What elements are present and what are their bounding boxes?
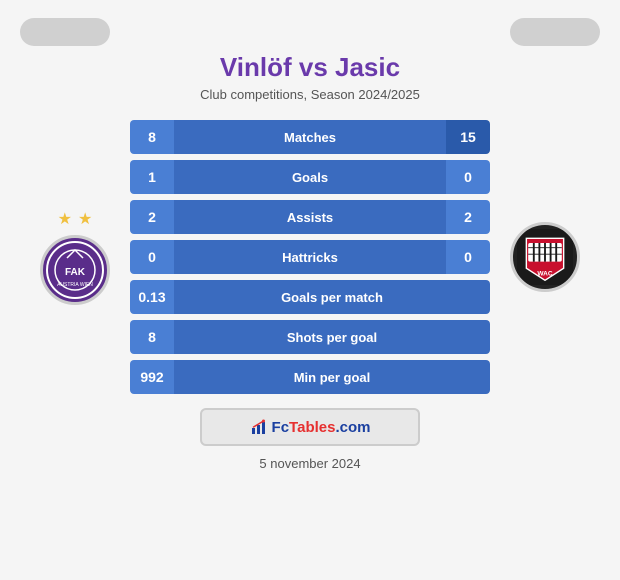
svg-text:WAC: WAC bbox=[537, 271, 552, 278]
star-2: ★ bbox=[78, 209, 92, 229]
spg-label: Shots per goal bbox=[287, 330, 377, 345]
fc-chart-icon bbox=[250, 418, 268, 436]
spg-left-val: 8 bbox=[130, 320, 174, 354]
top-badges bbox=[20, 18, 600, 46]
stat-row-matches: 8 Matches 15 bbox=[130, 120, 490, 154]
footer-logo-block: FcTables.com bbox=[200, 408, 420, 446]
goals-right-val: 0 bbox=[446, 160, 490, 194]
goals-label: Goals bbox=[292, 170, 328, 185]
assists-label-block: Assists bbox=[174, 200, 446, 234]
assists-label: Assists bbox=[287, 210, 333, 225]
stars-row: ★ ★ bbox=[58, 209, 93, 229]
matches-label-block: Matches bbox=[174, 120, 446, 154]
svg-text:AUSTRIA WIEN: AUSTRIA WIEN bbox=[57, 282, 93, 288]
stat-row-assists: 2 Assists 2 bbox=[130, 200, 490, 234]
page-wrapper: Vinlöf vs Jasic Club competitions, Seaso… bbox=[0, 0, 620, 580]
stat-row-goals-per-match: 0.13 Goals per match bbox=[130, 280, 490, 314]
spg-label-block: Shots per goal bbox=[174, 320, 490, 354]
hattricks-label-block: Hattricks bbox=[174, 240, 446, 274]
matches-label: Matches bbox=[284, 130, 336, 145]
left-oval-badge bbox=[20, 18, 110, 46]
star-1: ★ bbox=[58, 209, 72, 229]
left-team-logo: FAK AUSTRIA WIEN bbox=[40, 235, 110, 305]
mpg-left-val: 992 bbox=[130, 360, 174, 394]
mpg-label-block: Min per goal bbox=[174, 360, 490, 394]
assists-left-val: 2 bbox=[130, 200, 174, 234]
fctables-brand: FcTables.com bbox=[272, 419, 371, 436]
page-subtitle: Club competitions, Season 2024/2025 bbox=[200, 87, 420, 102]
gpm-label-block: Goals per match bbox=[174, 280, 490, 314]
page-title: Vinlöf vs Jasic bbox=[220, 52, 400, 83]
stat-row-shots-per-goal: 8 Shots per goal bbox=[130, 320, 490, 354]
stat-row-hattricks: 0 Hattricks 0 bbox=[130, 240, 490, 274]
footer-logo-text: FcTables.com bbox=[226, 418, 394, 436]
gpm-label: Goals per match bbox=[281, 290, 383, 305]
right-team-logo: WAC bbox=[510, 222, 580, 292]
hattricks-left-val: 0 bbox=[130, 240, 174, 274]
svg-text:FAK: FAK bbox=[65, 267, 86, 278]
mpg-label: Min per goal bbox=[294, 370, 371, 385]
hattricks-right-val: 0 bbox=[446, 240, 490, 274]
matches-left-val: 8 bbox=[130, 120, 174, 154]
gpm-left-val: 0.13 bbox=[130, 280, 174, 314]
matches-right-val: 15 bbox=[446, 120, 490, 154]
footer-date: 5 november 2024 bbox=[259, 456, 360, 471]
right-team-badge: WAC bbox=[490, 222, 600, 292]
assists-right-val: 2 bbox=[446, 200, 490, 234]
goals-label-block: Goals bbox=[174, 160, 446, 194]
hattricks-label: Hattricks bbox=[282, 250, 338, 265]
stat-row-goals: 1 Goals 0 bbox=[130, 160, 490, 194]
right-oval-badge bbox=[510, 18, 600, 46]
goals-left-val: 1 bbox=[130, 160, 174, 194]
content-area: ★ ★ FAK AUSTRIA WIEN 8 Matc bbox=[20, 120, 600, 394]
stat-row-min-per-goal: 992 Min per goal bbox=[130, 360, 490, 394]
stats-column: 8 Matches 15 1 Goals 0 2 Assists 2 bbox=[130, 120, 490, 394]
left-team-badge: ★ ★ FAK AUSTRIA WIEN bbox=[20, 209, 130, 305]
